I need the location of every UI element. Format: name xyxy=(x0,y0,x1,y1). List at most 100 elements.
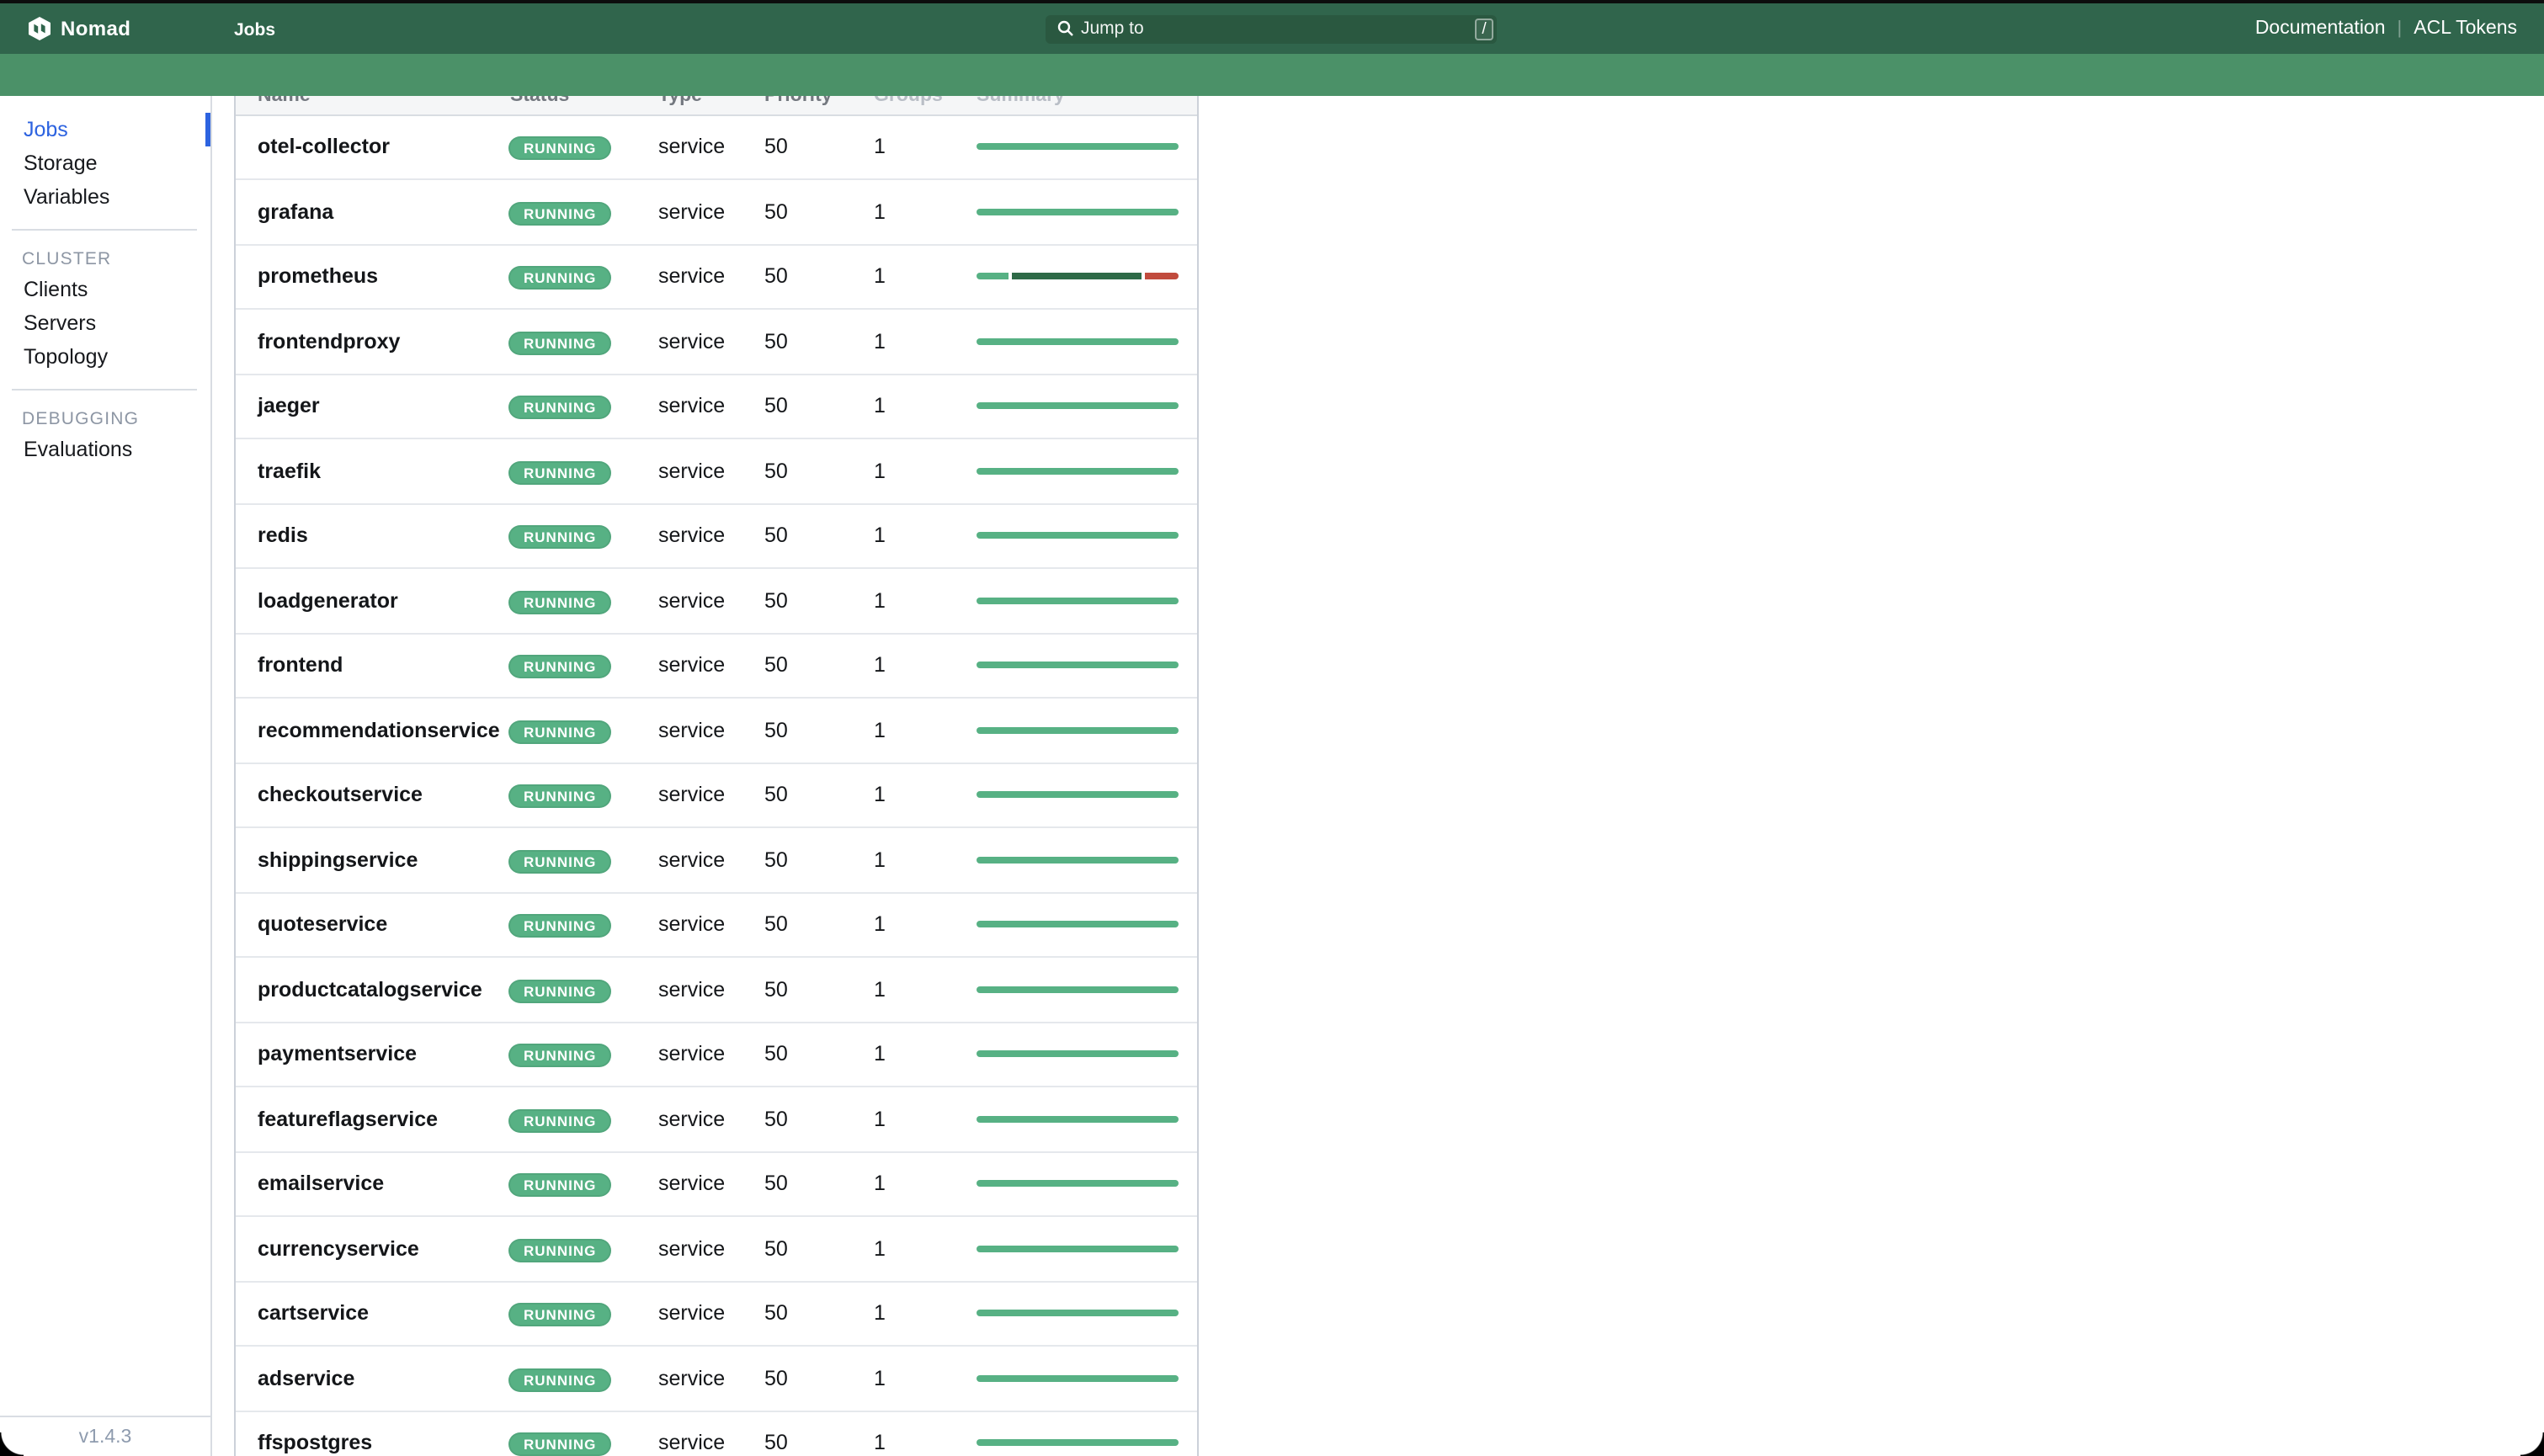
documentation-link[interactable]: Documentation xyxy=(2255,19,2386,39)
table-row-otel-collector[interactable]: otel-collectorRUNNINGservice501 xyxy=(236,115,1197,180)
sidebar-item-topology[interactable]: Topology xyxy=(0,339,210,373)
topnav-links: Documentation | ACL Tokens xyxy=(2255,3,2517,54)
sidebar-item-evaluations[interactable]: Evaluations xyxy=(0,432,210,465)
summary-cell xyxy=(953,922,1197,928)
table-row-shippingservice[interactable]: shippingserviceRUNNINGservice501 xyxy=(236,828,1197,893)
table-row-grafana[interactable]: grafanaRUNNINGservice501 xyxy=(236,180,1197,245)
table-row-frontend[interactable]: frontendRUNNINGservice501 xyxy=(236,634,1197,699)
main-content: NameStatusTypePriorityGroupsSummary otel… xyxy=(212,95,2544,1456)
sidebar-item-label: Jobs xyxy=(24,117,68,141)
nomad-app-window: Nomad Jump to / Documentation | ACL Toke… xyxy=(0,0,2544,1456)
job-type: service xyxy=(635,848,741,872)
job-type: service xyxy=(635,978,741,1002)
summary-cell xyxy=(953,533,1197,539)
summary-segment xyxy=(977,1375,1178,1382)
table-row-prometheus[interactable]: prometheusRUNNINGservice501 xyxy=(236,245,1197,310)
job-type: service xyxy=(635,654,741,678)
breadcrumb-jobs[interactable]: Jobs xyxy=(234,22,275,40)
job-name: cartservice xyxy=(236,1302,487,1326)
summary-bar xyxy=(977,792,1178,799)
sidebar-item-servers[interactable]: Servers xyxy=(0,306,210,339)
summary-bar xyxy=(977,1051,1178,1058)
sidebar: JobsStorageVariablesCLUSTERClientsServer… xyxy=(0,95,212,1456)
table-row-adservice[interactable]: adserviceRUNNINGservice501 xyxy=(236,1347,1197,1411)
summary-segment xyxy=(977,662,1178,669)
search-icon xyxy=(1057,20,1074,37)
column-header-type[interactable]: Type xyxy=(635,95,741,105)
jump-to-search[interactable]: Jump to / xyxy=(1046,14,1497,43)
table-row-frontendproxy[interactable]: frontendproxyRUNNINGservice501 xyxy=(236,310,1197,375)
summary-cell xyxy=(953,1116,1197,1123)
status-cell: RUNNING xyxy=(487,586,635,616)
status-cell: RUNNING xyxy=(487,391,635,422)
job-groups: 1 xyxy=(850,978,953,1002)
table-row-traefik[interactable]: traefikRUNNINGservice501 xyxy=(236,439,1197,504)
sidebar-item-clients[interactable]: Clients xyxy=(0,272,210,306)
job-groups: 1 xyxy=(850,848,953,872)
table-row-quoteservice[interactable]: quoteserviceRUNNINGservice501 xyxy=(236,893,1197,958)
status-cell: RUNNING xyxy=(487,845,635,875)
table-row-ffspostgres[interactable]: ffspostgresRUNNINGservice501 xyxy=(236,1411,1197,1456)
table-row-featureflagservice[interactable]: featureflagserviceRUNNINGservice501 xyxy=(236,1087,1197,1152)
table-row-loadgenerator[interactable]: loadgeneratorRUNNINGservice501 xyxy=(236,569,1197,634)
job-priority: 50 xyxy=(741,978,850,1002)
job-groups: 1 xyxy=(850,589,953,613)
summary-segment xyxy=(977,598,1178,604)
table-row-emailservice[interactable]: emailserviceRUNNINGservice501 xyxy=(236,1152,1197,1217)
active-indicator xyxy=(205,112,210,146)
summary-cell xyxy=(953,727,1197,734)
summary-bar xyxy=(977,1181,1178,1188)
job-priority: 50 xyxy=(741,1367,850,1390)
job-name: featureflagservice xyxy=(236,1108,487,1131)
job-groups: 1 xyxy=(850,1237,953,1261)
status-cell: RUNNING xyxy=(487,910,635,940)
summary-cell xyxy=(953,1246,1197,1252)
job-name: frontendproxy xyxy=(236,330,487,353)
summary-cell xyxy=(953,468,1197,475)
brand-label: Nomad xyxy=(61,17,130,40)
acl-tokens-link[interactable]: ACL Tokens xyxy=(2414,19,2517,39)
status-cell: RUNNING xyxy=(487,197,635,227)
column-header-status[interactable]: Status xyxy=(487,95,635,105)
job-name: recommendationservice xyxy=(236,719,487,742)
job-groups: 1 xyxy=(850,784,953,807)
job-name: checkoutservice xyxy=(236,784,487,807)
job-groups: 1 xyxy=(850,1043,953,1066)
summary-bar xyxy=(977,598,1178,604)
status-badge: RUNNING xyxy=(508,1239,611,1262)
job-name: emailservice xyxy=(236,1172,487,1196)
job-type: service xyxy=(635,136,741,159)
job-priority: 50 xyxy=(741,1237,850,1261)
table-row-jaeger[interactable]: jaegerRUNNINGservice501 xyxy=(236,375,1197,439)
summary-bar xyxy=(977,857,1178,864)
job-name: loadgenerator xyxy=(236,589,487,613)
sidebar-item-variables[interactable]: Variables xyxy=(0,179,210,213)
top-navbar: Nomad Jump to / Documentation | ACL Toke… xyxy=(0,3,2544,54)
table-row-redis[interactable]: redisRUNNINGservice501 xyxy=(236,504,1197,569)
status-badge: RUNNING xyxy=(508,332,611,355)
table-row-currencyservice[interactable]: currencyserviceRUNNINGservice501 xyxy=(236,1217,1197,1282)
job-priority: 50 xyxy=(741,1108,850,1131)
sidebar-item-label: Servers xyxy=(24,311,96,334)
job-name: traefik xyxy=(236,460,487,483)
summary-segment xyxy=(977,727,1178,734)
nomad-brand[interactable]: Nomad xyxy=(29,3,130,54)
column-header-name[interactable]: Name xyxy=(236,95,487,105)
sidebar-item-storage[interactable]: Storage xyxy=(0,146,210,179)
nomad-logo-icon xyxy=(29,17,51,40)
column-header-groups: Groups xyxy=(850,95,953,105)
job-priority: 50 xyxy=(741,330,850,353)
sidebar-item-label: Evaluations xyxy=(24,437,132,460)
table-row-checkoutservice[interactable]: checkoutserviceRUNNINGservice501 xyxy=(236,763,1197,828)
summary-segment xyxy=(977,1246,1178,1252)
table-row-cartservice[interactable]: cartserviceRUNNINGservice501 xyxy=(236,1282,1197,1347)
table-row-recommendationservice[interactable]: recommendationserviceRUNNINGservice501 xyxy=(236,699,1197,763)
summary-bar xyxy=(977,144,1178,151)
column-header-priority[interactable]: Priority xyxy=(741,95,850,105)
sidebar-item-label: Topology xyxy=(24,344,108,368)
summary-bar xyxy=(977,1440,1178,1447)
table-row-paymentservice[interactable]: paymentserviceRUNNINGservice501 xyxy=(236,1023,1197,1087)
table-row-productcatalogservice[interactable]: productcatalogserviceRUNNINGservice501 xyxy=(236,958,1197,1023)
sidebar-item-jobs[interactable]: Jobs xyxy=(0,112,210,146)
job-type: service xyxy=(635,330,741,353)
